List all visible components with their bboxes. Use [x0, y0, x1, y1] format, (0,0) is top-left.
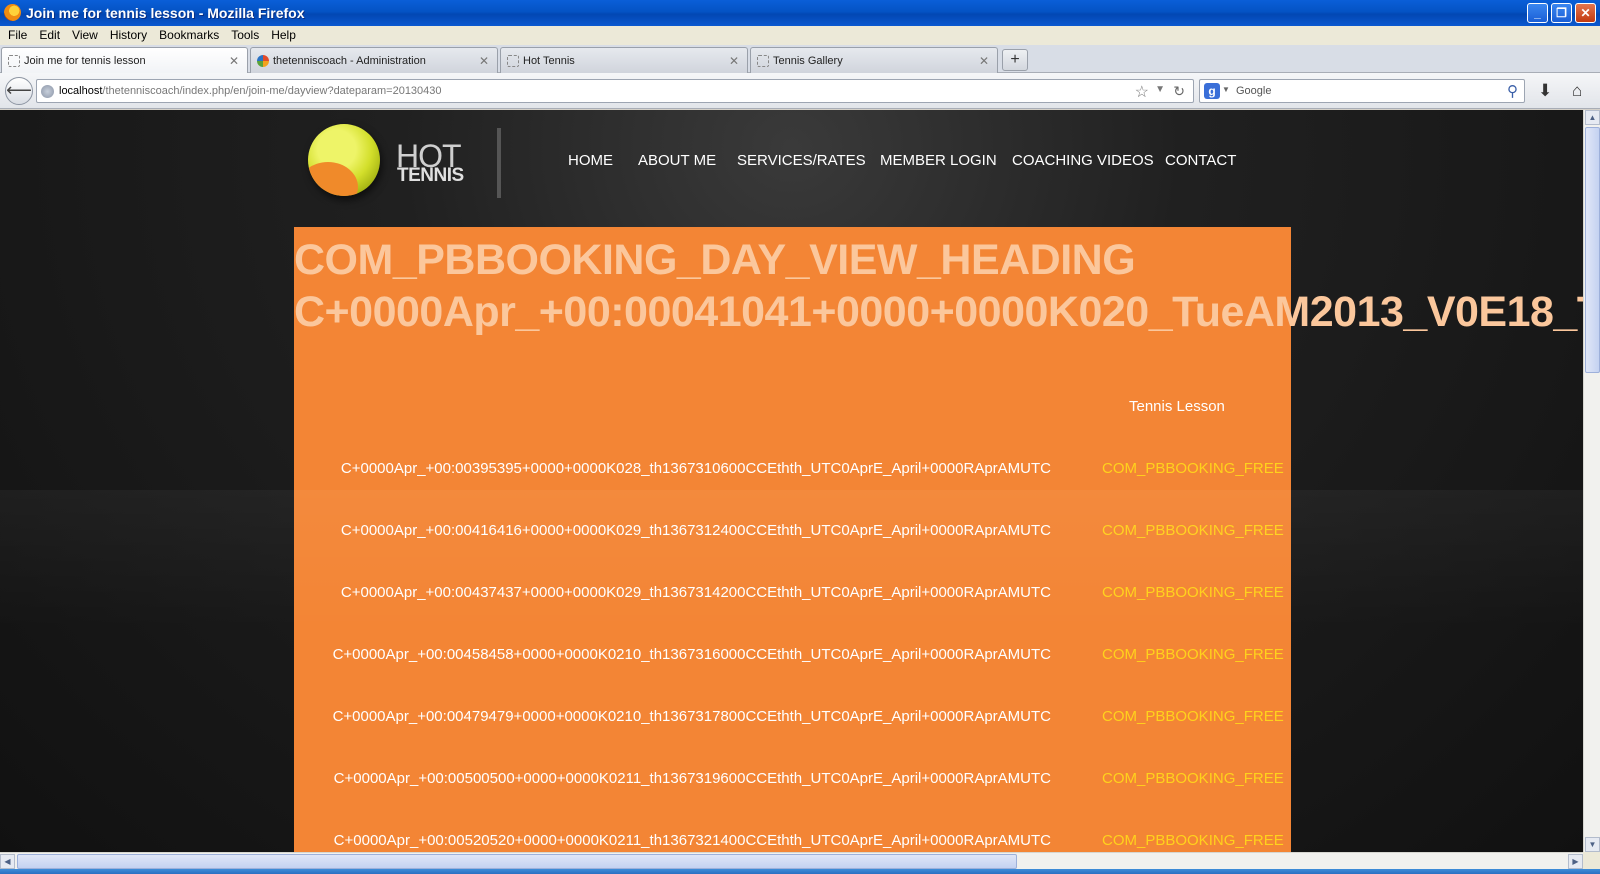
new-tab-button[interactable]: +: [1002, 49, 1028, 71]
horizontal-scrollbar[interactable]: ◀ ▶: [0, 852, 1583, 869]
day-view-heading: COM_PBBOOKING_DAY_VIEW_HEADING C+0000Apr…: [294, 234, 1583, 338]
taskbar-edge: [0, 869, 1600, 874]
scroll-left-arrow-icon[interactable]: ◀: [0, 854, 15, 869]
restore-button[interactable]: ❐: [1551, 3, 1572, 23]
close-window-button[interactable]: ✕: [1575, 3, 1596, 23]
site-identity-icon[interactable]: [41, 85, 54, 98]
minimize-button[interactable]: _: [1527, 3, 1548, 23]
time-slot-row: C+0000Apr_+00:00500500+0000+0000K0211_th…: [294, 770, 1291, 794]
heading-line-1: COM_PBBOOKING_DAY_VIEW_HEADING: [294, 236, 1136, 284]
horizontal-scroll-thumb[interactable]: [17, 854, 1017, 869]
menu-help[interactable]: Help: [265, 26, 302, 45]
slot-time: C+0000Apr_+00:00416416+0000+0000K029_th1…: [340, 522, 1051, 539]
page-favicon-icon: [757, 55, 769, 67]
back-button[interactable]: ⟵: [5, 77, 33, 105]
slot-time: C+0000Apr_+00:00395395+0000+0000K028_th1…: [340, 460, 1051, 477]
time-slot-row: C+0000Apr_+00:00520520+0000+0000K0211_th…: [294, 832, 1291, 852]
slot-time: C+0000Apr_+00:00500500+0000+0000K0211_th…: [333, 770, 1051, 787]
tab-hot-tennis[interactable]: Hot Tennis ✕: [500, 47, 748, 73]
time-slot-row: C+0000Apr_+00:00479479+0000+0000K0210_th…: [294, 708, 1291, 732]
menu-tools[interactable]: Tools: [225, 26, 265, 45]
tennis-lesson-column-header: Tennis Lesson: [1129, 398, 1225, 415]
tab-join-me[interactable]: Join me for tennis lesson ✕: [1, 47, 248, 74]
menu-edit[interactable]: Edit: [33, 26, 66, 45]
nav-about-me[interactable]: ABOUT ME: [638, 152, 716, 169]
menu-bar: File Edit View History Bookmarks Tools H…: [0, 26, 1600, 45]
window-title: Join me for tennis lesson - Mozilla Fire…: [26, 5, 305, 21]
slot-status-link[interactable]: COM_PBBOOKING_FREE: [1102, 770, 1284, 787]
logo-divider: [497, 128, 501, 198]
scrollbar-corner: [1583, 852, 1600, 869]
reload-icon[interactable]: ↻: [1173, 83, 1185, 100]
menu-history[interactable]: History: [104, 26, 153, 45]
nav-coaching-videos[interactable]: COACHING VIDEOS: [1012, 152, 1154, 169]
home-icon[interactable]: ⌂: [1572, 81, 1582, 101]
search-bar[interactable]: g ▼ Google ⚲: [1199, 79, 1525, 103]
slot-time: C+0000Apr_+00:00437437+0000+0000K029_th1…: [340, 584, 1051, 601]
slot-status-link[interactable]: COM_PBBOOKING_FREE: [1102, 708, 1284, 725]
nav-services-rates[interactable]: SERVICES/RATES: [737, 152, 866, 169]
menu-view[interactable]: View: [66, 26, 104, 45]
firefox-icon: [4, 4, 21, 21]
heading-line-2: C+0000Apr_+00:00041041+0000+0000K020_Tue…: [294, 288, 1583, 336]
time-slot-row: C+0000Apr_+00:00416416+0000+0000K029_th1…: [294, 522, 1291, 546]
logo-tennis-text[interactable]: TENNIS: [397, 165, 464, 187]
scroll-down-arrow-icon[interactable]: ▼: [1585, 837, 1600, 852]
slot-status-link[interactable]: COM_PBBOOKING_FREE: [1102, 832, 1284, 849]
slot-status-link[interactable]: COM_PBBOOKING_FREE: [1102, 584, 1284, 601]
time-slot-row: C+0000Apr_+00:00458458+0000+0000K0210_th…: [294, 646, 1291, 670]
search-placeholder: Google: [1236, 85, 1272, 97]
slot-status-link[interactable]: COM_PBBOOKING_FREE: [1102, 522, 1284, 539]
tennis-ball-logo-icon[interactable]: [308, 124, 380, 196]
tab-administration[interactable]: thetenniscoach - Administration ✕: [250, 47, 498, 73]
url-host: localhost: [59, 85, 103, 97]
tab-label: Tennis Gallery: [773, 55, 843, 67]
tab-close-icon[interactable]: ✕: [229, 54, 239, 68]
menu-file[interactable]: File: [2, 26, 33, 45]
downloads-icon[interactable]: ⬇: [1538, 81, 1552, 101]
vertical-scroll-thumb[interactable]: [1585, 127, 1600, 373]
tab-strip: Join me for tennis lesson ✕ thetenniscoa…: [0, 45, 1600, 74]
nav-home[interactable]: HOME: [568, 152, 613, 169]
url-text[interactable]: localhost/thetenniscoach/index.php/en/jo…: [59, 85, 442, 97]
vertical-scrollbar[interactable]: ▲ ▼: [1583, 110, 1600, 852]
slot-time: C+0000Apr_+00:00479479+0000+0000K0210_th…: [332, 708, 1051, 725]
window-title-bar[interactable]: Join me for tennis lesson - Mozilla Fire…: [0, 0, 1600, 26]
tab-tennis-gallery[interactable]: Tennis Gallery ✕: [750, 47, 998, 73]
time-slot-row: C+0000Apr_+00:00395395+0000+0000K028_th1…: [294, 460, 1291, 484]
menu-bookmarks[interactable]: Bookmarks: [153, 26, 225, 45]
slot-time: C+0000Apr_+00:00520520+0000+0000K0211_th…: [333, 832, 1051, 849]
joomla-favicon-icon: [257, 55, 269, 67]
slot-status-link[interactable]: COM_PBBOOKING_FREE: [1102, 646, 1284, 663]
slot-status-link[interactable]: COM_PBBOOKING_FREE: [1102, 460, 1284, 477]
window-controls: _ ❐ ✕: [1527, 3, 1596, 23]
navigation-toolbar: ⟵ localhost/thetenniscoach/index.php/en/…: [0, 73, 1600, 109]
slot-time: C+0000Apr_+00:00458458+0000+0000K0210_th…: [332, 646, 1051, 663]
web-page: HOT TENNIS HOME ABOUT ME SERVICES/RATES …: [0, 110, 1583, 852]
tab-close-icon[interactable]: ✕: [979, 54, 989, 68]
tab-label: Hot Tennis: [523, 55, 575, 67]
page-favicon-icon: [507, 55, 519, 67]
search-magnifier-icon[interactable]: ⚲: [1507, 82, 1518, 100]
google-engine-icon[interactable]: g: [1204, 83, 1220, 99]
page-favicon-icon: [8, 55, 20, 67]
tab-label: thetenniscoach - Administration: [273, 55, 426, 67]
url-path: /thetenniscoach/index.php/en/join-me/day…: [102, 85, 442, 97]
nav-member-login[interactable]: MEMBER LOGIN: [880, 152, 997, 169]
scroll-right-arrow-icon[interactable]: ▶: [1568, 854, 1583, 869]
tab-close-icon[interactable]: ✕: [479, 54, 489, 68]
engine-dropdown-icon[interactable]: ▼: [1222, 85, 1230, 94]
history-dropdown-icon[interactable]: ▼: [1155, 84, 1165, 95]
tab-close-icon[interactable]: ✕: [729, 54, 739, 68]
tab-label: Join me for tennis lesson: [24, 55, 146, 67]
scroll-up-arrow-icon[interactable]: ▲: [1585, 110, 1600, 125]
time-slot-row: C+0000Apr_+00:00437437+0000+0000K029_th1…: [294, 584, 1291, 608]
url-bar[interactable]: localhost/thetenniscoach/index.php/en/jo…: [36, 79, 1194, 103]
bookmark-star-icon[interactable]: ☆: [1135, 82, 1149, 102]
nav-contact[interactable]: CONTACT: [1165, 152, 1236, 169]
